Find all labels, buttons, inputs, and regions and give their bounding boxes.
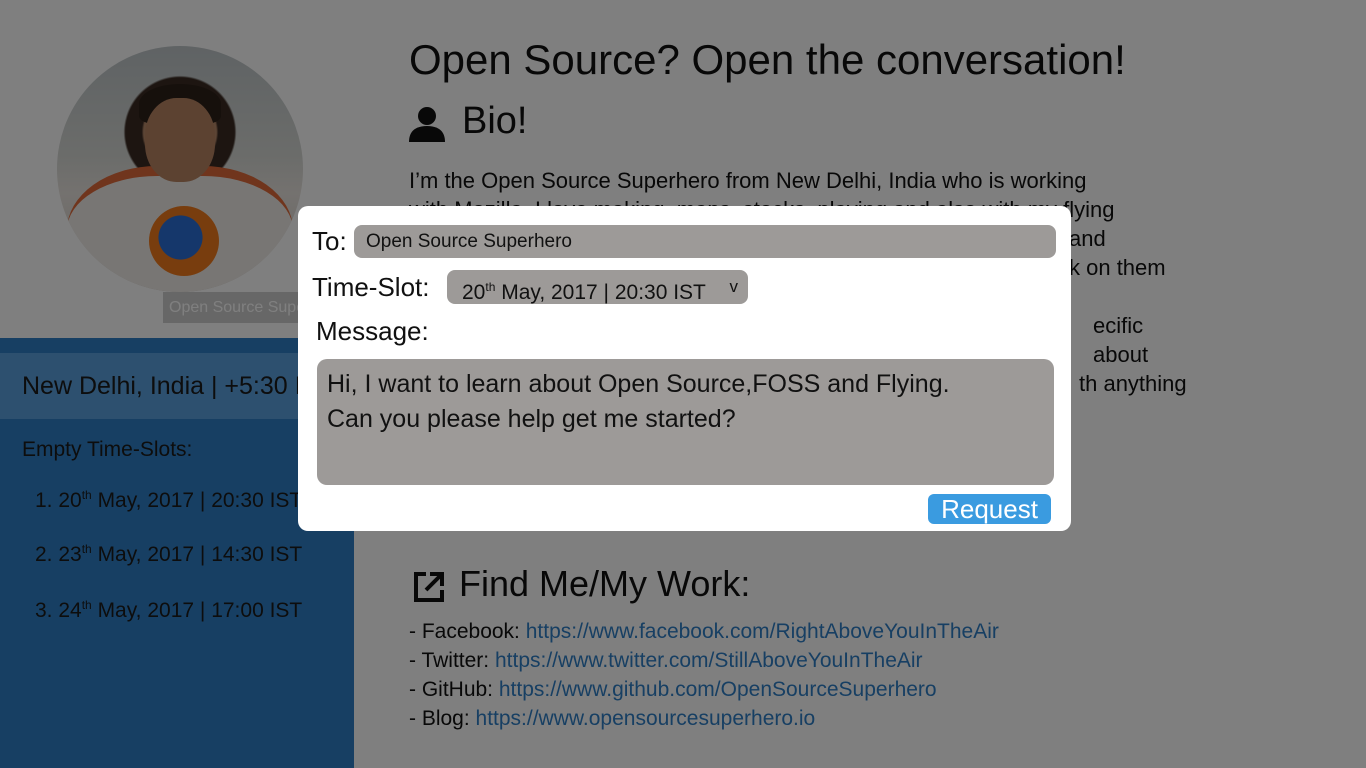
chevron-down-icon: v [729,277,739,296]
to-field[interactable]: Open Source Superhero [354,225,1056,258]
to-label: To: [312,226,347,256]
time-slot-label: Time-Slot: [312,272,430,302]
message-label: Message: [316,316,429,346]
request-modal: To: Open Source Superhero Time-Slot: 20t… [298,206,1071,531]
request-button[interactable]: Request [928,494,1051,524]
message-textarea[interactable]: Hi, I want to learn about Open Source,FO… [317,359,1054,485]
time-slot-select[interactable]: 20th May, 2017 | 20:30 IST v [447,270,748,304]
